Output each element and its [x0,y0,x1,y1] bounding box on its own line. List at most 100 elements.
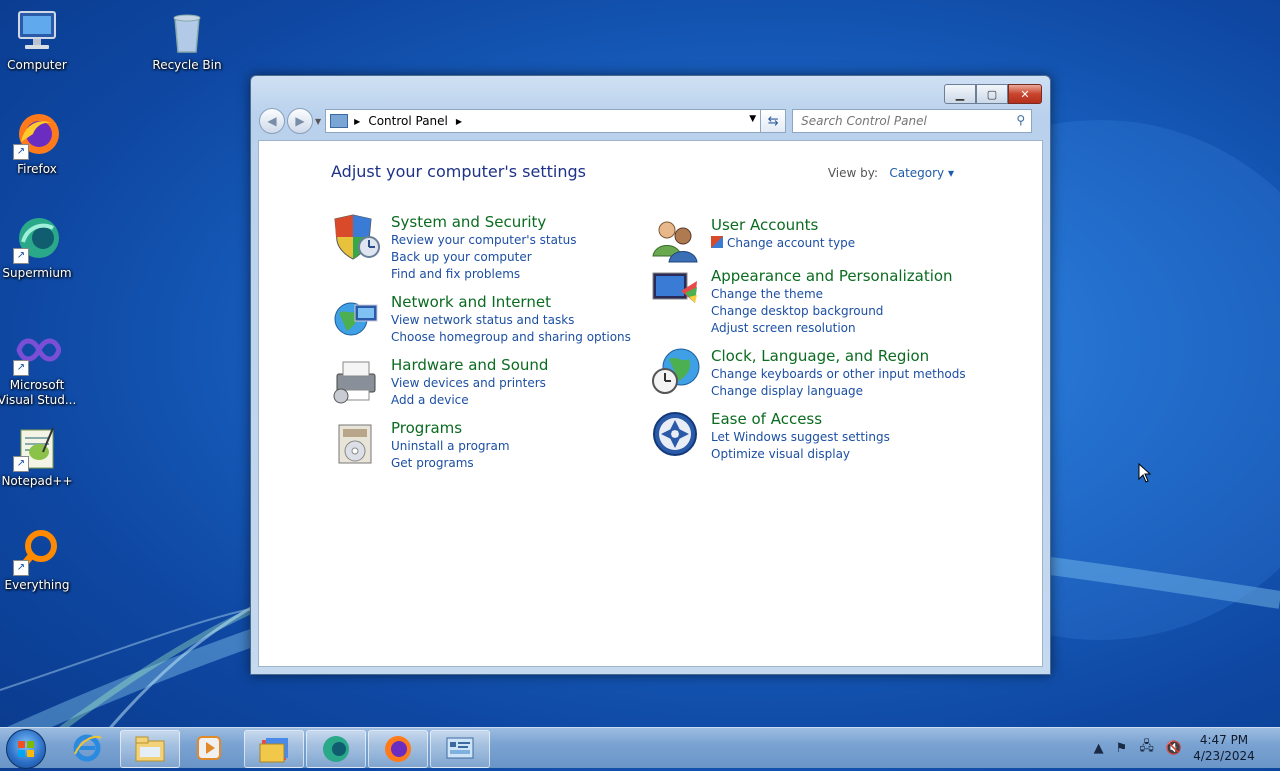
desktop-icon-firefox[interactable]: ↗ Firefox [0,112,79,177]
clock-globe-icon [651,347,701,397]
media-player-icon [197,736,221,760]
category-appearance: Appearance and Personalization Change th… [651,267,953,337]
recent-pages-dropdown[interactable]: ▼ [315,117,321,126]
category-link[interactable]: Find and fix problems [391,267,520,281]
category-ease-of-access: Ease of Access Let Windows suggest setti… [651,410,951,461]
ease-of-access-icon [651,410,701,460]
shield-icon [331,213,381,263]
view-by-dropdown[interactable]: Category ▾ [889,166,954,180]
folder-stack-icon [259,738,288,763]
category-title[interactable]: Ease of Access [711,410,822,428]
shortcut-arrow-icon: ↗ [13,560,29,576]
system-tray: ▲ ⚑ 🖧 🔇 4:47 PM 4/23/2024 [1088,728,1280,768]
desktop-icon-label: Everything [4,578,70,592]
refresh-button[interactable]: ⇆ [761,109,787,133]
category-link[interactable]: Add a device [391,393,469,407]
windows-logo-icon [18,741,34,757]
breadcrumb-control-panel[interactable]: Control Panel [368,114,448,128]
search-icon[interactable]: ⚲ [1016,113,1025,127]
desktop-icon-computer[interactable]: Computer [0,8,79,73]
category-link-label: Change account type [727,236,856,250]
desktop-icon-supermium[interactable]: ↗ Supermium [0,216,79,281]
category-title[interactable]: Hardware and Sound [391,356,548,374]
taskbar-control-panel[interactable] [430,730,490,768]
category-system-security: System and Security Review your computer… [331,213,631,283]
breadcrumb-separator-icon[interactable]: ▶ [354,117,360,126]
shortcut-arrow-icon: ↗ [13,144,29,160]
back-button[interactable]: ◀ [259,108,285,134]
category-link[interactable]: Change the theme [711,287,823,301]
category-network-internet: Network and Internet View network status… [331,293,631,344]
network-icon[interactable]: 🖧 [1139,737,1154,759]
search-input[interactable] [799,113,1004,129]
start-button[interactable] [6,729,46,769]
category-link[interactable]: View network status and tasks [391,313,574,327]
clock-time: 4:47 PM [1199,733,1249,747]
category-title[interactable]: Appearance and Personalization [711,267,953,285]
address-dropdown-icon[interactable]: ▼ [749,114,756,124]
desktop-icon-visual-studio[interactable]: ↗ Microsoft Visual Stud... [0,328,79,408]
category-title[interactable]: Clock, Language, and Region [711,347,929,365]
category-title[interactable]: Network and Internet [391,293,551,311]
everything-search-icon: ↗ [13,528,61,576]
desktop-icon-label: Recycle Bin [152,58,222,72]
category-title[interactable]: System and Security [391,213,546,231]
recycle-bin-icon [163,8,211,56]
category-programs: Programs Uninstall a program Get program… [331,419,631,470]
breadcrumb-separator-icon[interactable]: ▶ [456,117,462,126]
category-link[interactable]: Change desktop background [711,304,883,318]
taskbar-file-explorer[interactable] [120,730,180,768]
category-link[interactable]: Choose homegroup and sharing options [391,330,631,344]
desktop-icon-label: Notepad++ [1,474,73,488]
desktop-icon-recycle-bin[interactable]: Recycle Bin [145,8,229,73]
file-explorer-icon [135,736,165,762]
category-link[interactable]: Adjust screen resolution [711,321,856,335]
minimize-button[interactable]: ▁ [944,84,976,104]
control-panel-window: ▁ ▢ ✕ ◀ ▶ ▼ ▶ Control Panel ▶ ▼ ⇆ ⚲ Adju… [250,75,1051,675]
category-link[interactable]: Back up your computer [391,250,532,264]
desktop-icon-everything[interactable]: ↗ Everything [0,528,79,593]
category-title[interactable]: Programs [391,419,462,437]
visual-studio-icon: ↗ [13,328,62,376]
category-link[interactable]: Change account type [711,236,855,250]
printer-icon [331,356,381,406]
maximize-button[interactable]: ▢ [976,84,1008,104]
taskbar-firefox[interactable] [368,730,428,768]
show-hidden-icons-icon[interactable]: ▲ [1094,741,1104,756]
firefox-icon [385,736,411,762]
shortcut-arrow-icon: ↗ [13,360,29,376]
clock-date: 4/23/2024 [1193,749,1255,763]
category-link[interactable]: View devices and printers [391,376,546,390]
action-center-flag-icon[interactable]: ⚑ [1116,741,1128,756]
category-link[interactable]: Let Windows suggest settings [711,430,890,444]
volume-muted-icon[interactable]: 🔇 [1166,741,1182,756]
desktop-icon-label: Firefox [17,162,57,176]
close-button[interactable]: ✕ [1008,84,1042,104]
taskbar-internet-explorer[interactable] [58,730,116,766]
category-link[interactable]: Change display language [711,384,863,398]
taskbar-folder-stack[interactable] [244,730,304,768]
view-by-label: View by: [827,166,878,180]
clock[interactable]: 4:47 PM 4/23/2024 [1188,732,1260,764]
taskbar-supermium[interactable] [306,730,366,768]
category-title[interactable]: User Accounts [711,216,818,234]
category-link[interactable]: Uninstall a program [391,439,510,453]
back-arrow-icon: ◀ [267,114,277,128]
network-globe-icon [331,293,381,343]
category-link[interactable]: Get programs [391,456,474,470]
address-bar[interactable]: ▶ Control Panel ▶ ▼ [325,109,762,133]
firefox-icon: ↗ [13,112,61,160]
taskbar-media-player[interactable] [180,730,238,766]
category-link[interactable]: Review your computer's status [391,233,577,247]
window-controls: ▁ ▢ ✕ [944,84,1042,104]
programs-disc-icon [331,419,381,469]
desktop-icon-notepadpp[interactable]: ↗ Notepad++ [0,424,79,489]
navigation-bar: ◀ ▶ ▼ ▶ Control Panel ▶ ▼ ⇆ ⚲ [259,108,1042,134]
search-box[interactable]: ⚲ [792,109,1033,133]
category-link[interactable]: Optimize visual display [711,447,850,461]
category-link[interactable]: Change keyboards or other input methods [711,367,966,381]
internet-explorer-icon [73,734,102,762]
monitor-palette-icon [651,267,701,317]
forward-button[interactable]: ▶ [287,108,313,134]
shortcut-arrow-icon: ↗ [13,456,29,472]
